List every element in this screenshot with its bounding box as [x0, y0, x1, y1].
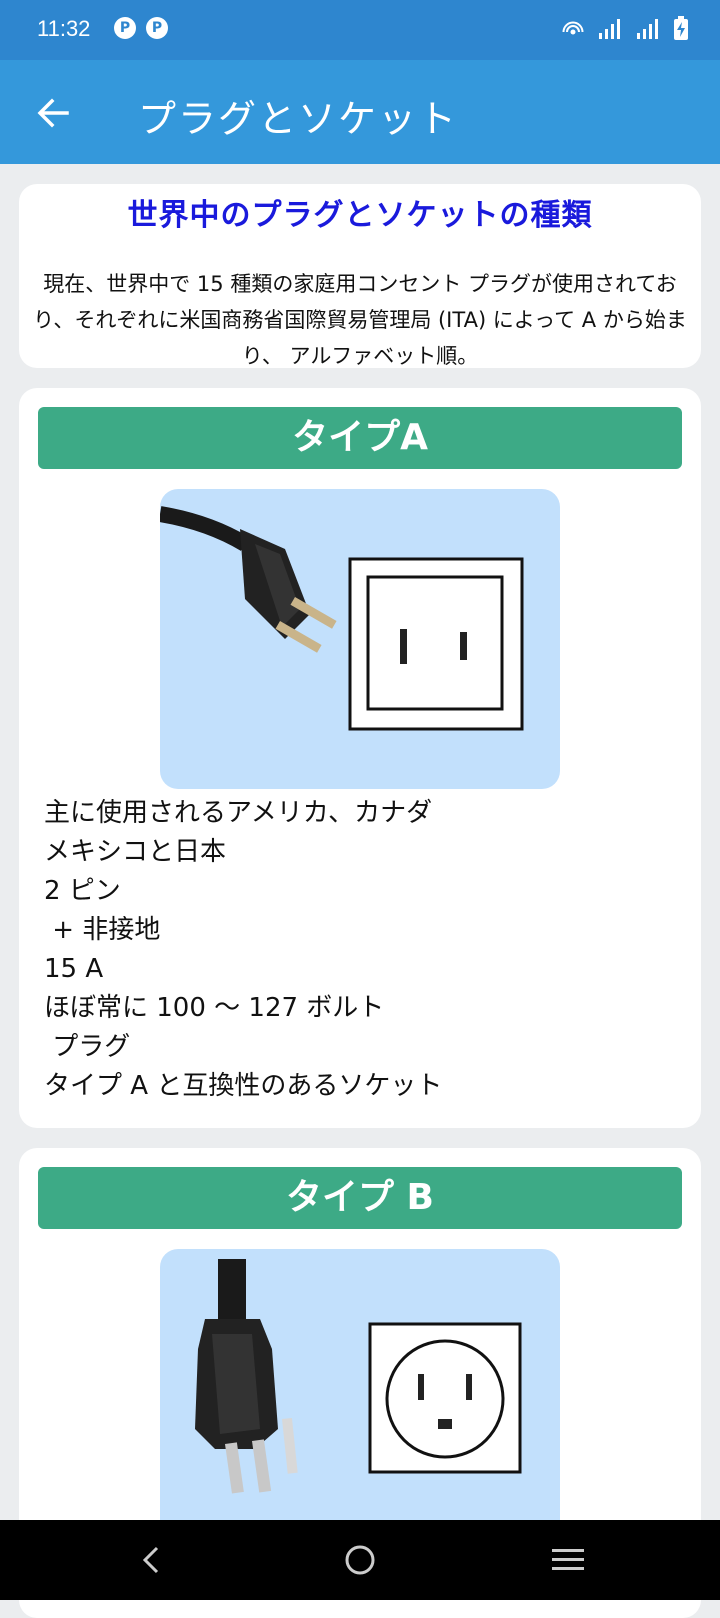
- nav-recents-button[interactable]: [548, 1540, 588, 1580]
- status-time: 11:32: [37, 16, 91, 41]
- intro-card: 世界中のプラグとソケットの種類 現在、世界中で 15 種類の家庭用コンセント プ…: [19, 184, 701, 368]
- app-bar: プラグとソケット: [0, 60, 720, 164]
- status-bar: 11:32 P P: [0, 0, 720, 60]
- signal-icon: [637, 19, 658, 39]
- plug-detail-line: ほぼ常に 100 〜 127 ボルト: [44, 993, 385, 1023]
- plug-detail-line: プラグ: [44, 1032, 131, 1062]
- nav-home-icon: [345, 1545, 375, 1575]
- back-button[interactable]: [30, 90, 76, 136]
- intro-title: 世界中のプラグとソケットの種類: [127, 198, 593, 233]
- plug-socket-illustration: [160, 506, 524, 731]
- nav-back-icon: [142, 1546, 159, 1574]
- plug-detail-line: タイプ A と互換性のあるソケット: [44, 1071, 443, 1101]
- nav-back-button[interactable]: [132, 1540, 172, 1580]
- plug-type-a-image: [160, 489, 560, 789]
- status-notification-icons: P P: [114, 17, 168, 39]
- signal-icon: [599, 19, 620, 39]
- plug-details: 主に使用されるアメリカ、カナダ メキシコと日本 2 ピン + 非接地 15 A …: [44, 794, 442, 1106]
- plug-type-card: タイプA 主に使用されるアメリカ、カナダ メキシコと日本 2 ピン + 非接地 …: [19, 388, 701, 1128]
- page-title: プラグとソケット: [138, 97, 459, 141]
- status-right-icons: [562, 16, 688, 40]
- plug-type-b-image: [160, 1249, 560, 1549]
- app-notification-icon: P: [114, 17, 136, 39]
- type-header: タイプ B: [38, 1167, 682, 1229]
- battery-charging-icon: [674, 16, 688, 40]
- intro-text: 現在、世界中で 15 種類の家庭用コンセント プラグが使用されており、それぞれに…: [33, 272, 687, 368]
- nav-recents-icon: [552, 1549, 584, 1570]
- system-nav-bar: [0, 1520, 720, 1600]
- type-header: タイプA: [38, 407, 682, 469]
- arrow-back-icon: [37, 98, 69, 128]
- plug-detail-line: 2 ピン: [44, 876, 121, 906]
- plug-detail-line: 15 A: [44, 954, 104, 984]
- app-notification-icon: P: [146, 17, 168, 39]
- plug-socket-illustration: [195, 1259, 522, 1494]
- nav-home-button[interactable]: [340, 1540, 380, 1580]
- hotspot-icon: [562, 21, 584, 35]
- plug-detail-line: 主に使用されるアメリカ、カナダ: [44, 798, 433, 828]
- plug-detail-line: メキシコと日本: [44, 837, 227, 867]
- plug-detail-line: + 非接地: [44, 915, 161, 945]
